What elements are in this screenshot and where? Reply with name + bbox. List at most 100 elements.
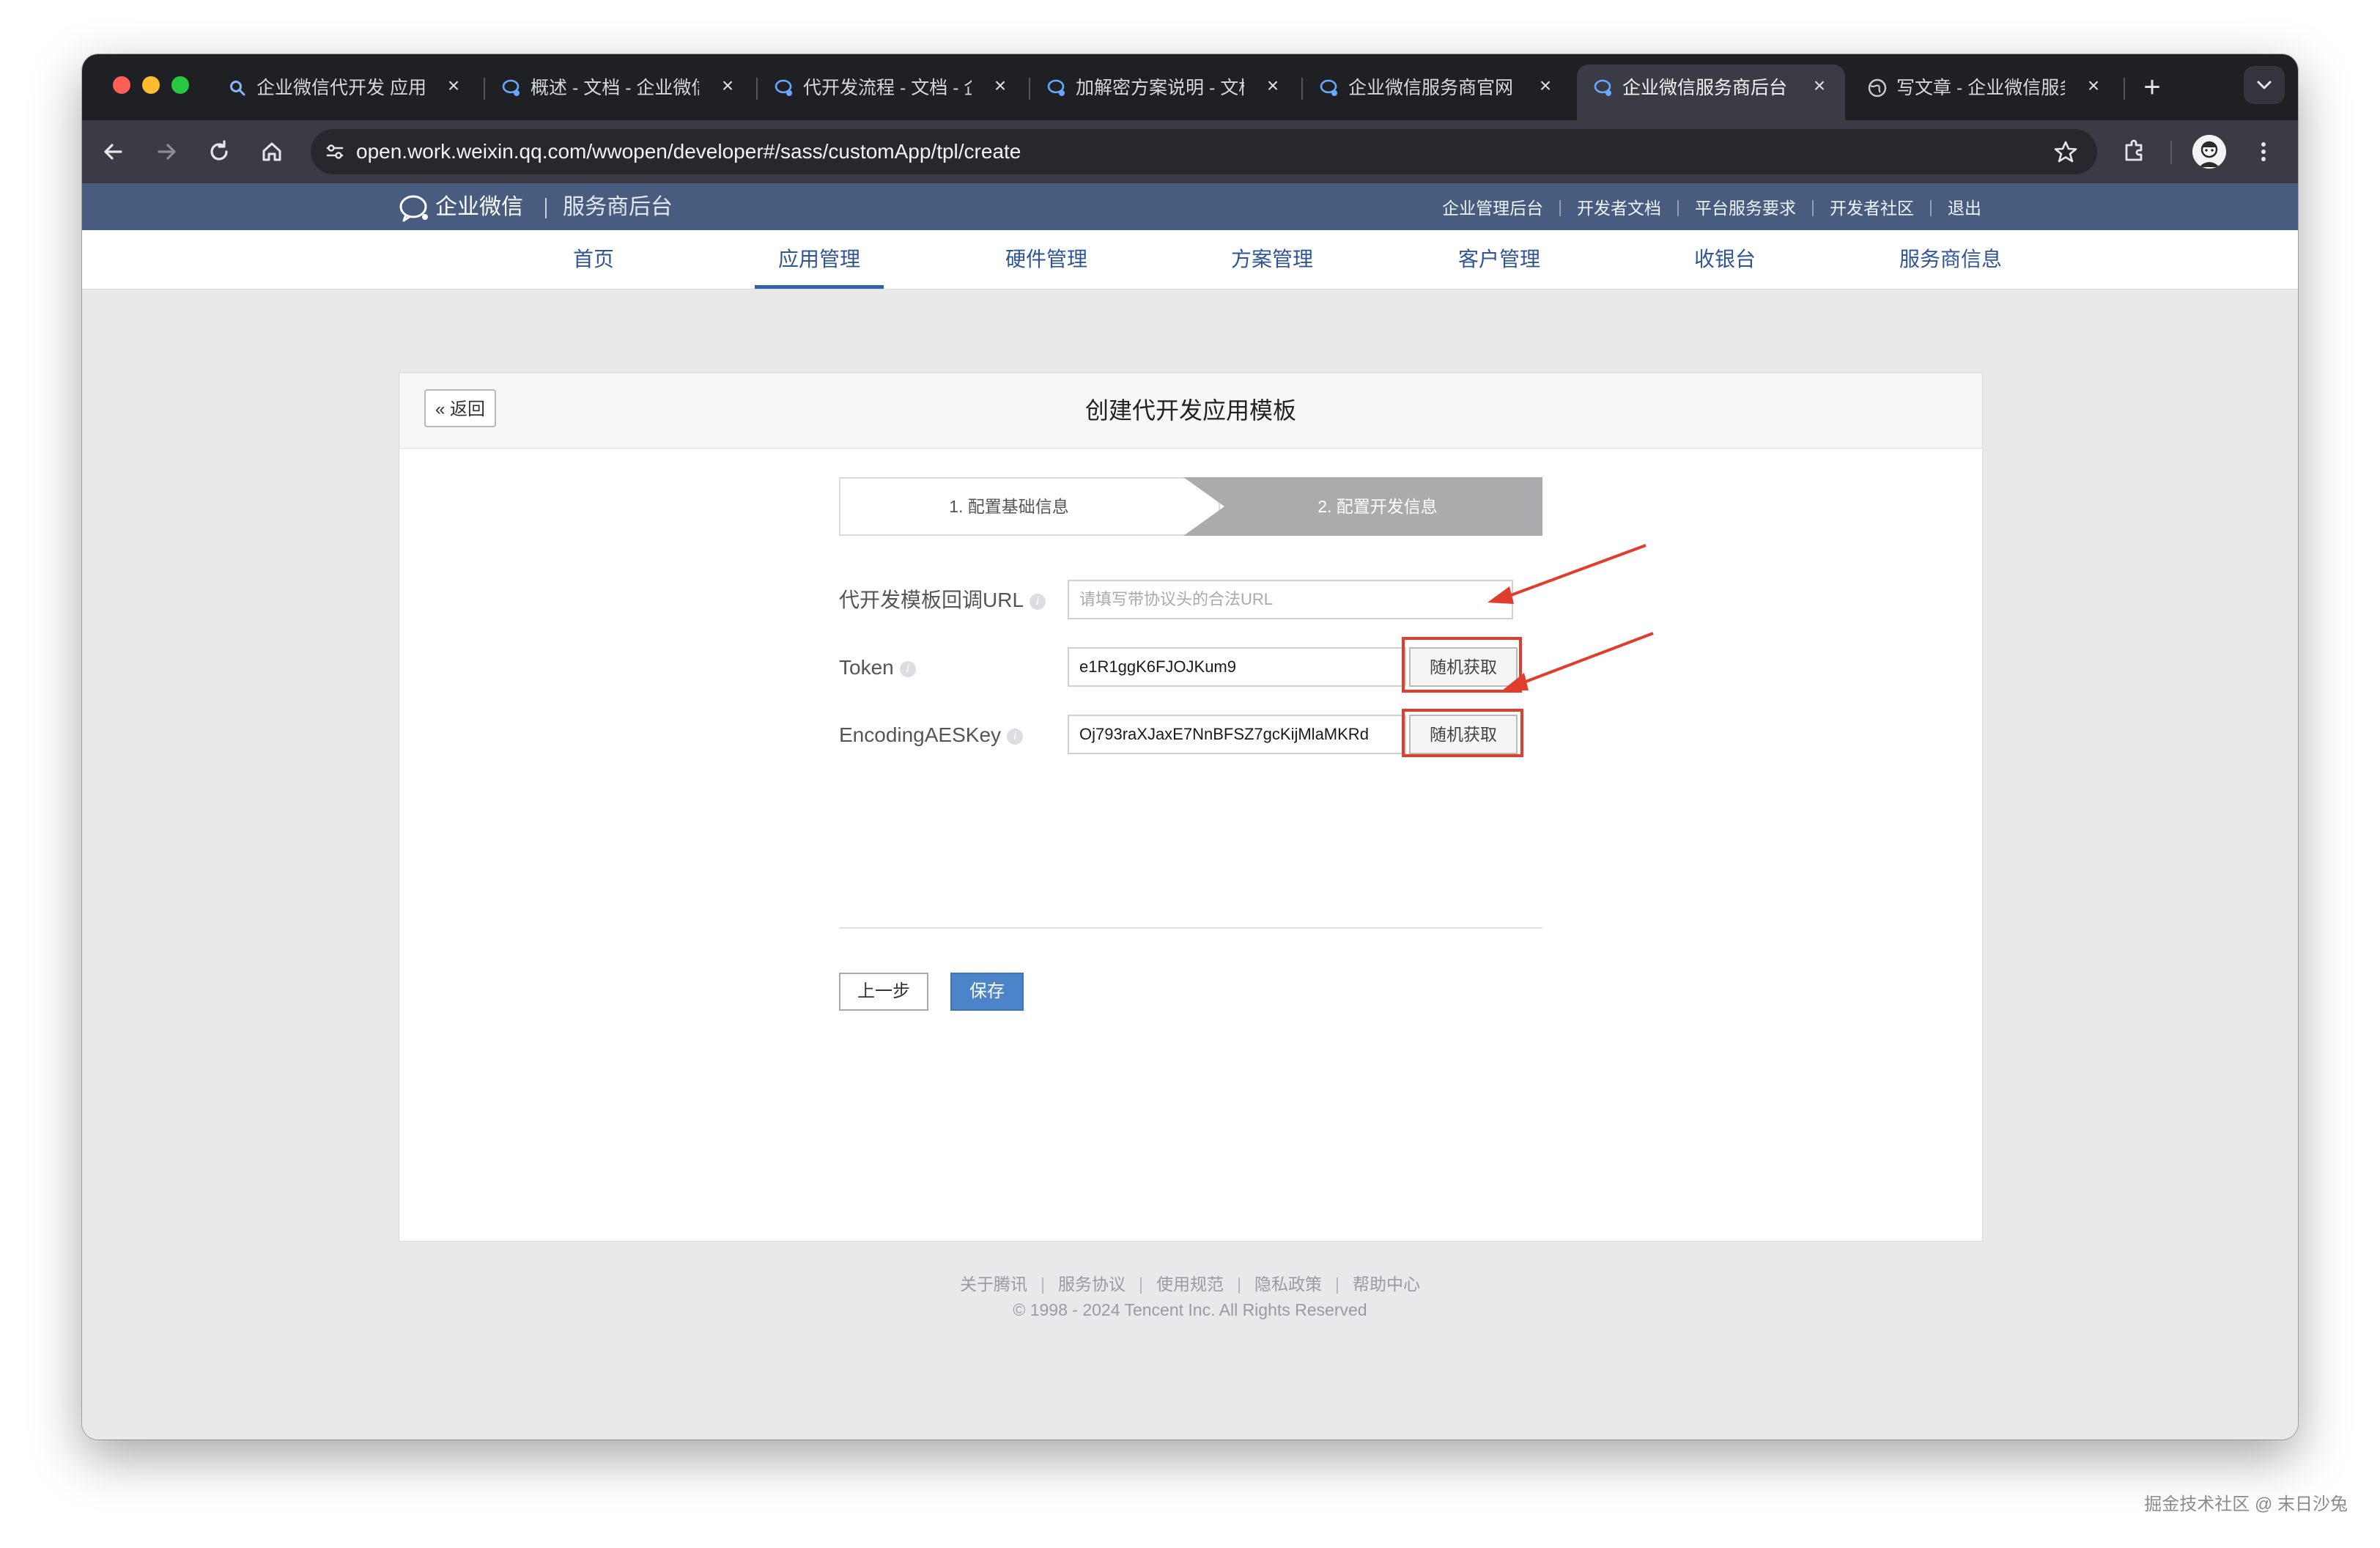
top-link-docs[interactable]: 开发者文档	[1562, 194, 1676, 219]
browser-tab[interactable]: 代开发流程 - 文档 - 企… ×	[758, 64, 1026, 110]
address-bar[interactable]: open.work.weixin.qq.com/wwopen/developer…	[311, 129, 2097, 174]
footer-link-about[interactable]: 关于腾讯	[960, 1275, 1027, 1294]
tab-search-button[interactable]	[2244, 66, 2285, 104]
top-link-logout[interactable]: 退出	[1933, 194, 1981, 219]
close-tab-icon[interactable]: ×	[717, 75, 739, 97]
wecom-logo-icon	[399, 195, 428, 222]
tab-title: 企业微信服务商后台	[1622, 78, 1788, 98]
footer-separator: |	[1334, 1275, 1339, 1294]
tab-title: 写文章 - 企业微信服务…	[1896, 78, 2065, 98]
maximize-window-button[interactable]	[171, 76, 189, 94]
site-header: 企业微信 服务商后台 企业管理后台 | 开发者文档 | 平台服务要求 | 开发者…	[82, 183, 2298, 230]
browser-tab[interactable]: 企业微信代开发 应用… ×	[211, 64, 479, 110]
top-link-requirements[interactable]: 平台服务要求	[1680, 194, 1811, 219]
close-window-button[interactable]	[113, 76, 130, 94]
previous-step-button[interactable]: 上一步	[839, 973, 928, 1011]
nav-item-home[interactable]: 首页	[529, 230, 658, 289]
token-input[interactable]: e1R1ggK6FJOJKum9	[1068, 647, 1406, 687]
aes-key-row: EncodingAESKey i Oj793raXJaxE7NnBFSZ7gcKi…	[839, 709, 1645, 757]
new-tab-button[interactable]: +	[2134, 69, 2170, 106]
form-divider	[839, 927, 1542, 929]
chevron-down-icon	[2257, 81, 2272, 89]
info-icon[interactable]: i	[1030, 593, 1046, 610]
globe-icon	[1868, 78, 1887, 97]
back-button[interactable]: « 返回	[424, 389, 496, 427]
site-footer: 关于腾讯 | 服务协议 | 使用规范 | 隐私政策 | 帮助中心 © 1998 - 2024 T…	[82, 1271, 2298, 1322]
page-title: 创建代开发应用模板	[1084, 397, 1296, 424]
close-tab-icon[interactable]: ×	[989, 75, 1011, 97]
nav-item-customers[interactable]: 客户管理	[1435, 230, 1564, 289]
tab-title: 企业微信代开发 应用…	[256, 78, 425, 98]
back-arrow-icon[interactable]	[97, 135, 130, 169]
bookmark-star-icon[interactable]	[2053, 139, 2078, 164]
save-button[interactable]: 保存	[950, 973, 1024, 1011]
site-settings-icon[interactable]	[324, 141, 346, 163]
aes-key-label: EncodingAESKey i	[839, 715, 1024, 756]
step-basic-info[interactable]: 1. 配置基础信息	[839, 477, 1220, 536]
toolbar-separator	[2170, 141, 2172, 164]
footer-separator: |	[1237, 1275, 1241, 1294]
token-row: Token i e1R1ggK6FJOJKum9 随机获取	[839, 637, 1645, 693]
browser-window: 企业微信代开发 应用… × 概述 - 文档 - 企业微信… × 代开发流程 - …	[82, 54, 2298, 1440]
token-label: Token i	[839, 647, 916, 688]
footer-link-usage-rules[interactable]: 使用规范	[1156, 1275, 1224, 1294]
tab-title: 概述 - 文档 - 企业微信…	[531, 78, 699, 98]
wecom-icon	[502, 79, 520, 96]
close-tab-icon[interactable]: ×	[443, 75, 465, 97]
create-template-panel: 创建代开发应用模板 « 返回 1. 配置基础信息 2. 配置开发信息 代开发模板…	[399, 372, 1983, 1242]
footer-link-privacy[interactable]: 隐私政策	[1254, 1275, 1322, 1294]
step-indicator: 1. 配置基础信息 2. 配置开发信息	[839, 477, 1542, 536]
tab-title: 企业微信服务商官网	[1348, 78, 1514, 98]
watermark: 掘金技术社区 @ 末日沙兔	[2144, 1494, 2348, 1514]
more-menu-icon[interactable]	[2247, 135, 2280, 169]
avatar-icon	[2192, 135, 2226, 169]
footer-separator: |	[1041, 1275, 1046, 1294]
browser-tab[interactable]: 企业微信服务商官网 ×	[1303, 64, 1571, 110]
footer-separator: |	[1139, 1275, 1143, 1294]
nav-item-checkout[interactable]: 收银台	[1660, 230, 1789, 289]
browser-tab[interactable]: 加解密方案说明 - 文档… ×	[1030, 64, 1298, 110]
nav-item-provider-info[interactable]: 服务商信息	[1886, 230, 2015, 289]
aes-key-input[interactable]: Oj793raXJaxE7NnBFSZ7gcKijMlaMKRd	[1068, 715, 1406, 754]
browser-tab-active[interactable]: 企业微信服务商后台 ×	[1577, 64, 1845, 120]
top-link-admin[interactable]: 企业管理后台	[1427, 194, 1558, 219]
step-label: 2. 配置开发信息	[1318, 497, 1438, 516]
top-links: 企业管理后台 | 开发者文档 | 平台服务要求 | 开发者社区 | 退出	[1427, 183, 1981, 230]
wecom-icon	[1320, 79, 1337, 96]
tab-separator	[2124, 78, 2125, 100]
close-tab-icon[interactable]: ×	[2082, 75, 2104, 97]
tab-title: 加解密方案说明 - 文档…	[1076, 78, 1244, 98]
forward-arrow-icon[interactable]	[149, 135, 183, 169]
nav-item-apps[interactable]: 应用管理	[755, 230, 884, 289]
nav-item-hardware[interactable]: 硬件管理	[982, 230, 1111, 289]
step-label: 1. 配置基础信息	[949, 497, 1069, 516]
footer-link-help[interactable]: 帮助中心	[1353, 1275, 1420, 1294]
profile-avatar[interactable]	[2192, 135, 2226, 169]
brand-divider	[545, 198, 547, 218]
top-link-community[interactable]: 开发者社区	[1815, 194, 1929, 219]
reload-icon[interactable]	[202, 135, 236, 169]
search-icon	[230, 81, 245, 96]
home-icon[interactable]	[255, 135, 289, 169]
callback-url-input[interactable]: 请填写带协议头的合法URL	[1068, 580, 1513, 619]
info-icon[interactable]: i	[899, 660, 916, 677]
footer-link-service-agreement[interactable]: 服务协议	[1058, 1275, 1126, 1294]
browser-toolbar: open.work.weixin.qq.com/wwopen/developer…	[82, 120, 2298, 183]
close-tab-icon[interactable]: ×	[1808, 75, 1830, 97]
browser-tab[interactable]: 写文章 - 企业微信服务… ×	[1851, 64, 2119, 110]
nav-item-solutions[interactable]: 方案管理	[1208, 230, 1337, 289]
extensions-icon[interactable]	[2118, 135, 2151, 169]
wecom-icon	[1594, 79, 1611, 96]
panel-header: 创建代开发应用模板 « 返回	[399, 373, 1982, 449]
callback-url-row: 代开发模板回调URL i 请填写带协议头的合法URL	[839, 580, 1645, 621]
close-tab-icon[interactable]: ×	[1534, 75, 1556, 97]
browser-tab[interactable]: 概述 - 文档 - 企业微信… ×	[485, 64, 753, 110]
info-icon[interactable]: i	[1007, 728, 1024, 745]
wecom-icon	[1047, 79, 1065, 96]
wecom-icon	[775, 79, 792, 96]
close-tab-icon[interactable]: ×	[1262, 75, 1284, 97]
minimize-window-button[interactable]	[142, 76, 160, 94]
url-text[interactable]: open.work.weixin.qq.com/wwopen/developer…	[356, 129, 1021, 174]
main-nav: 首页 应用管理 硬件管理 方案管理 客户管理 收银台 服务商信息	[82, 230, 2298, 290]
step-dev-info[interactable]: 2. 配置开发信息	[1183, 477, 1542, 536]
